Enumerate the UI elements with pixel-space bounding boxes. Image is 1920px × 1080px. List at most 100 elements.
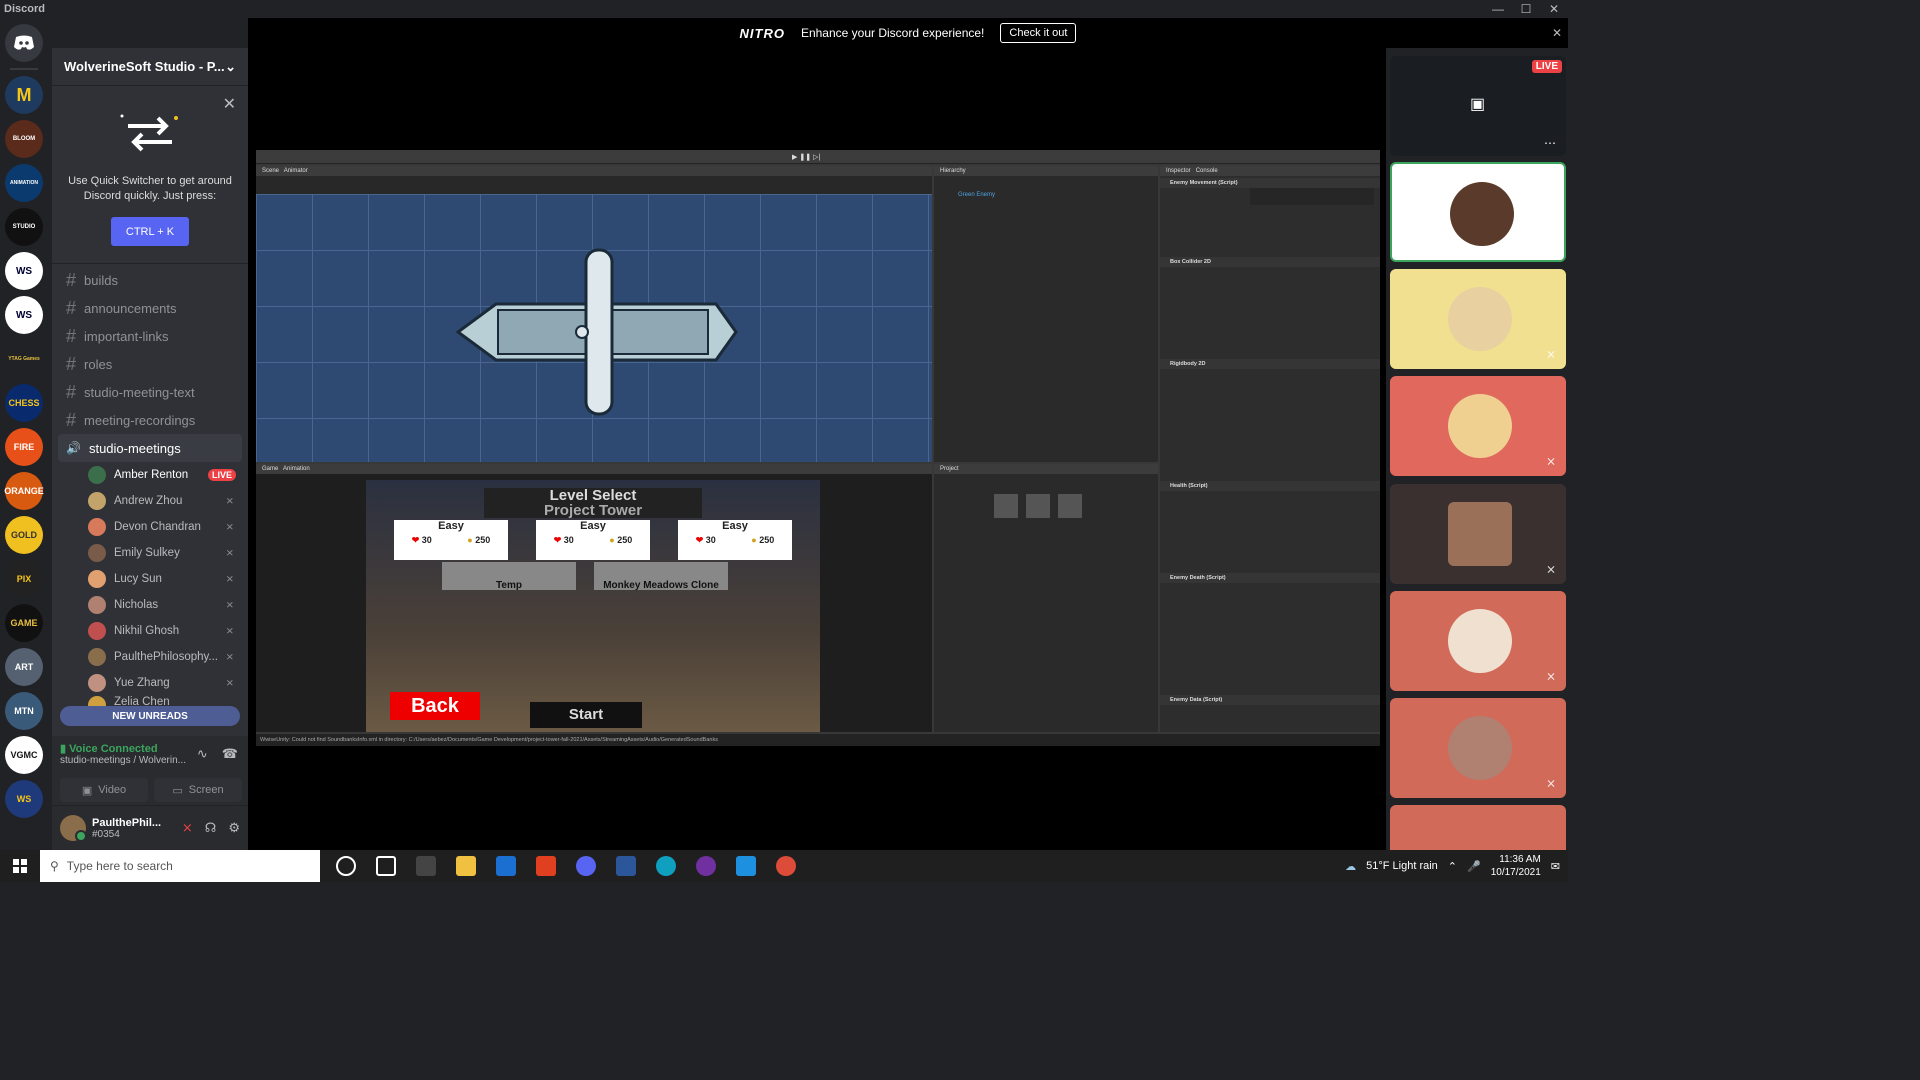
channel-meeting-recordings[interactable]: # meeting-recordings [58, 406, 242, 434]
notifications-icon[interactable]: ✉ [1551, 860, 1560, 873]
level-card[interactable]: Easy ❤ 30 ● 250 [678, 520, 792, 560]
component-header[interactable]: Health (Script) [1160, 481, 1380, 491]
nitro-cta-button[interactable]: Check it out [1000, 23, 1077, 43]
channel-roles[interactable]: # roles [58, 350, 242, 378]
chevron-up-icon[interactable]: ⌃ [1448, 860, 1457, 873]
disconnect-icon[interactable]: ☎ [222, 746, 238, 762]
back-button[interactable]: Back [390, 692, 480, 720]
voice-member[interactable]: PaulthePhilosophy... ⨯ [58, 644, 242, 670]
server-icon[interactable]: ART [5, 648, 43, 686]
screen-share-button[interactable]: ▭ Screen [154, 778, 242, 802]
microphone-icon[interactable]: 🎤 [1467, 860, 1481, 873]
participant-tile[interactable]: ⨯ [1390, 591, 1566, 691]
participant-tile[interactable]: ⨯ [1390, 269, 1566, 369]
server-icon[interactable]: ORANGE [4, 472, 44, 510]
voice-channel-path[interactable]: studio-meetings / Wolverin... [60, 755, 186, 766]
discord-home-icon[interactable] [5, 24, 43, 62]
server-name-header[interactable]: WolverineSoft Studio - P... ⌄ [52, 48, 248, 86]
level-card[interactable]: Easy ❤ 30 ● 250 [536, 520, 650, 560]
maximize-icon[interactable]: ☐ [1512, 0, 1540, 18]
level-thumb-monkey-meadows[interactable]: Monkey Meadows Clone [594, 562, 728, 591]
server-icon[interactable]: YTAG Games [5, 340, 43, 378]
start-button[interactable]: Start [530, 702, 642, 728]
asset-thumb[interactable] [994, 494, 1018, 518]
minimize-icon[interactable]: — [1484, 0, 1512, 18]
server-icon[interactable]: ANIMATION [5, 164, 43, 202]
shortcut-button[interactable]: CTRL + K [111, 217, 189, 246]
server-icon[interactable]: BLOOM [5, 120, 43, 158]
component-header[interactable]: Rigidbody 2D [1160, 359, 1380, 369]
file-explorer-icon[interactable] [456, 856, 476, 876]
server-icon[interactable]: CHESS [5, 384, 43, 422]
avatar[interactable] [60, 815, 87, 842]
participant-tile[interactable]: ⨯ [1390, 376, 1566, 476]
word-icon[interactable] [616, 856, 636, 876]
clock[interactable]: 11:36 AM 10/17/2021 [1491, 853, 1541, 879]
chrome-icon[interactable] [776, 856, 796, 876]
server-icon[interactable]: PIX [5, 560, 43, 598]
voice-member[interactable]: Lucy Sun ⨯ [58, 566, 242, 592]
weather-text[interactable]: 51°F Light rain [1366, 860, 1438, 872]
cortana-icon[interactable] [336, 856, 356, 876]
component-header[interactable]: Enemy Data (Script) [1160, 695, 1380, 705]
close-icon[interactable]: ✕ [1540, 0, 1568, 18]
server-icon[interactable]: GAME [5, 604, 43, 642]
voice-member[interactable]: Yue Zhang ⨯ [58, 670, 242, 696]
channel-important-links[interactable]: # important-links [58, 322, 242, 350]
task-view-icon[interactable] [376, 856, 396, 876]
voice-member[interactable]: Emily Sulkey ⨯ [58, 540, 242, 566]
server-icon[interactable]: WS [5, 296, 43, 334]
server-icon[interactable]: WS [5, 252, 43, 290]
voice-member[interactable]: Devon Chandran ⨯ [58, 514, 242, 540]
more-options-icon[interactable]: ⋯ [1544, 136, 1556, 150]
video-button[interactable]: ▣ Video [60, 778, 148, 802]
server-icon[interactable]: VGMC [5, 736, 43, 774]
muted-mic-icon: ⨯ [1545, 669, 1556, 683]
server-icon[interactable]: WS [5, 780, 43, 818]
voice-member[interactable]: Nicholas ⨯ [58, 592, 242, 618]
voice-member[interactable]: Nikhil Ghosh ⨯ [58, 618, 242, 644]
gear-icon[interactable]: ⚙ [228, 820, 240, 836]
close-icon[interactable]: ✕ [223, 94, 236, 114]
server-icon[interactable]: STUDIO [5, 208, 43, 246]
edge-icon[interactable] [656, 856, 676, 876]
participant-tile[interactable] [1390, 162, 1566, 262]
asset-thumb[interactable] [1026, 494, 1050, 518]
discord-icon[interactable] [576, 856, 596, 876]
screen-share-unity[interactable]: ▶ ❚❚ ▷| Scene Animator Hierarchy Green E… [256, 150, 1380, 746]
level-thumb-temp[interactable]: Temp [442, 562, 576, 591]
vscode-icon[interactable] [736, 856, 756, 876]
channel-builds[interactable]: # builds [58, 266, 242, 294]
close-icon[interactable]: ✕ [1552, 26, 1562, 40]
server-icon[interactable]: FIRE [5, 428, 43, 466]
channel-announcements[interactable]: # announcements [58, 294, 242, 322]
participant-tile[interactable] [1390, 805, 1566, 850]
github-icon[interactable] [696, 856, 716, 876]
channel-studio-meeting-text[interactable]: # studio-meeting-text [58, 378, 242, 406]
level-card[interactable]: Easy ❤ 30 ● 250 [394, 520, 508, 560]
muted-mic-icon[interactable]: ⨯ [182, 820, 193, 836]
asset-thumb[interactable] [1058, 494, 1082, 518]
stream-preview-tile[interactable]: LIVE ▣ ⋯ [1390, 56, 1566, 156]
server-icon[interactable]: MTN [5, 692, 43, 730]
voice-channel-studio-meetings[interactable]: 🔊 studio-meetings [58, 434, 242, 462]
noise-suppression-icon[interactable]: ∿ [197, 746, 208, 762]
server-icon[interactable]: GOLD [5, 516, 43, 554]
participant-tile[interactable]: ⨯ [1390, 698, 1566, 798]
voice-member[interactable]: Amber Renton LIVE [58, 462, 242, 488]
component-header[interactable]: Box Collider 2D [1160, 257, 1380, 267]
windows-start-icon[interactable] [0, 850, 40, 882]
component-header[interactable]: Enemy Movement (Script) [1160, 178, 1380, 188]
store-icon[interactable] [416, 856, 436, 876]
component-header[interactable]: Enemy Death (Script) [1160, 573, 1380, 583]
hierarchy-item[interactable]: Green Enemy [934, 176, 1158, 198]
new-unreads-button[interactable]: NEW UNREADS [60, 706, 240, 726]
mail-icon[interactable] [496, 856, 516, 876]
taskbar-search[interactable]: ⚲ Type here to search [40, 850, 320, 882]
voice-member[interactable]: Andrew Zhou ⨯ [58, 488, 242, 514]
participant-tile[interactable]: ⨯ [1390, 484, 1566, 584]
channel-label: important-links [84, 328, 169, 344]
server-icon[interactable]: M [5, 76, 43, 114]
headphones-icon[interactable]: ☊ [205, 820, 217, 836]
office-icon[interactable] [536, 856, 556, 876]
